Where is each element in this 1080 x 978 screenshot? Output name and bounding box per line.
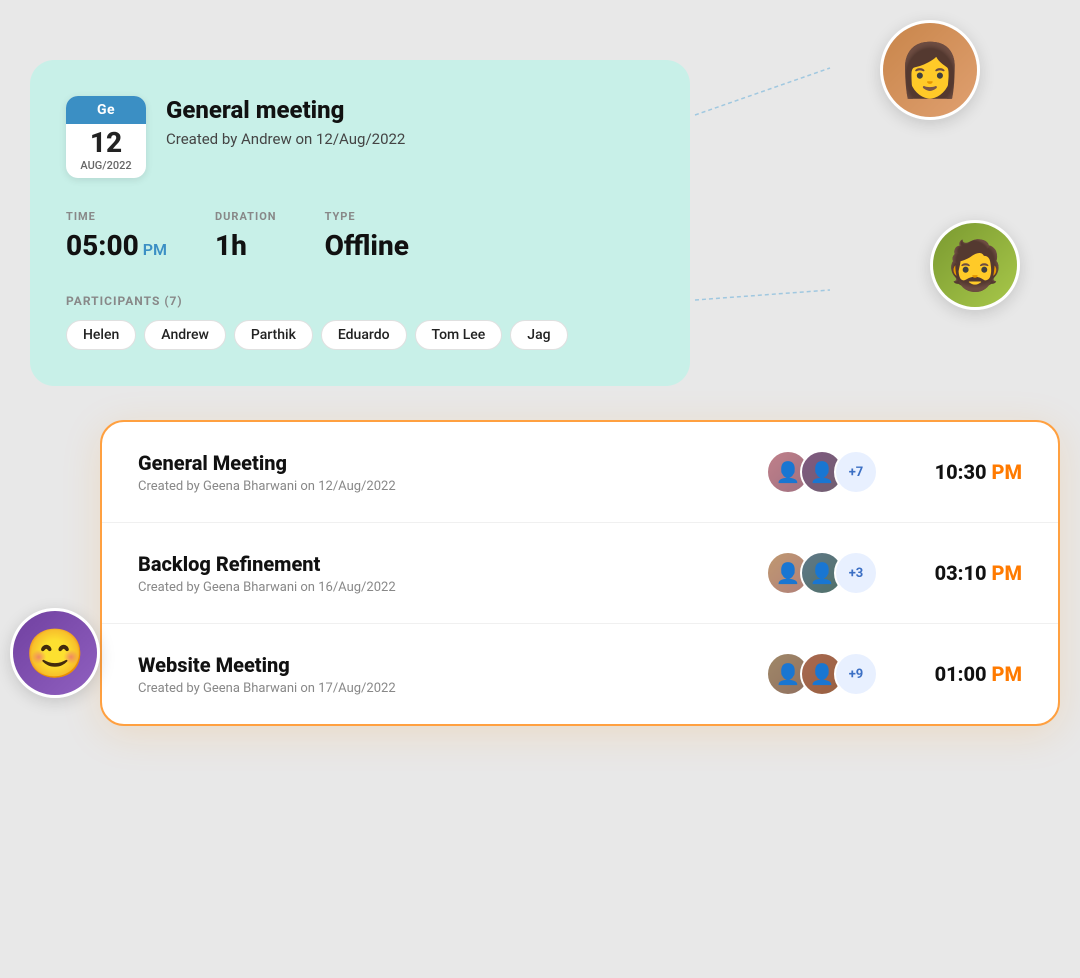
duration-value: 1h [215,229,247,262]
participants-label: PARTICIPANTS (7) [66,294,654,308]
avatar-float-woman: 👩 [880,20,980,120]
list-item-subtitle: Created by Geena Bharwani on 12/Aug/2022 [138,479,766,494]
participant-tag: Eduardo [321,320,407,350]
list-item-title: Website Meeting [138,653,766,677]
list-avatar-count: +7 [834,450,878,494]
time-unit: PM [143,240,167,259]
time-meta: TIME 05:00 PM [66,210,167,262]
scene: Ge 12 AUG/2022 General meeting Created b… [0,0,1080,978]
participants-row: Helen Andrew Parthik Eduardo Tom LeeJag [66,320,654,350]
list-item-info: Backlog Refinement Created by Geena Bhar… [138,552,766,595]
participant-tag: Jag [510,320,567,350]
participant-tag: Tom Lee [415,320,503,350]
time-ampm: PM [992,662,1022,686]
list-item[interactable]: General Meeting Created by Geena Bharwan… [102,422,1058,523]
list-item-info: Website Meeting Created by Geena Bharwan… [138,653,766,696]
card-header: Ge 12 AUG/2022 General meeting Created b… [66,96,654,178]
list-item[interactable]: Website Meeting Created by Geena Bharwan… [102,624,1058,724]
time-ampm: PM [992,561,1022,585]
meeting-title: General meeting [166,96,405,124]
duration-meta: DURATION 1h [215,210,277,262]
list-item-title: Backlog Refinement [138,552,766,576]
list-avatar-count: +3 [834,551,878,595]
list-item-time: 01:00 PM [902,662,1022,686]
list-item-time: 10:30 PM [902,460,1022,484]
list-item[interactable]: Backlog Refinement Created by Geena Bhar… [102,523,1058,624]
meeting-meta: TIME 05:00 PM DURATION 1h TYPE Offline [66,210,654,262]
avatar-float-man2: 😊 [10,608,100,698]
list-avatar-count: +9 [834,652,878,696]
cal-header-label: Ge [66,96,146,124]
type-label: TYPE [325,210,409,223]
list-item-avatars: 👤 👤 +7 [766,450,878,494]
time-value: 05:00 [66,229,139,262]
participant-tag: Andrew [144,320,226,350]
cal-day: 12 [66,128,146,159]
cal-month: AUG/2022 [66,159,146,172]
type-meta: TYPE Offline [325,210,409,262]
list-item-avatars: 👤 👤 +3 [766,551,878,595]
meeting-list-card: General Meeting Created by Geena Bharwan… [100,420,1060,726]
type-value: Offline [325,229,409,262]
list-item-avatars: 👤 👤 +9 [766,652,878,696]
participant-tag: Helen [66,320,136,350]
participant-tag: Parthik [234,320,313,350]
time-ampm: PM [992,460,1022,484]
list-item-subtitle: Created by Geena Bharwani on 17/Aug/2022 [138,681,766,696]
list-item-title: General Meeting [138,451,766,475]
list-item-info: General Meeting Created by Geena Bharwan… [138,451,766,494]
avatar-float-man: 🧔 [930,220,1020,310]
meeting-subtitle: Created by Andrew on 12/Aug/2022 [166,130,405,148]
meeting-detail-card: Ge 12 AUG/2022 General meeting Created b… [30,60,690,386]
duration-label: DURATION [215,210,277,223]
calendar-icon: Ge 12 AUG/2022 [66,96,146,178]
time-label: TIME [66,210,167,223]
list-item-subtitle: Created by Geena Bharwani on 16/Aug/2022 [138,580,766,595]
list-item-time: 03:10 PM [902,561,1022,585]
